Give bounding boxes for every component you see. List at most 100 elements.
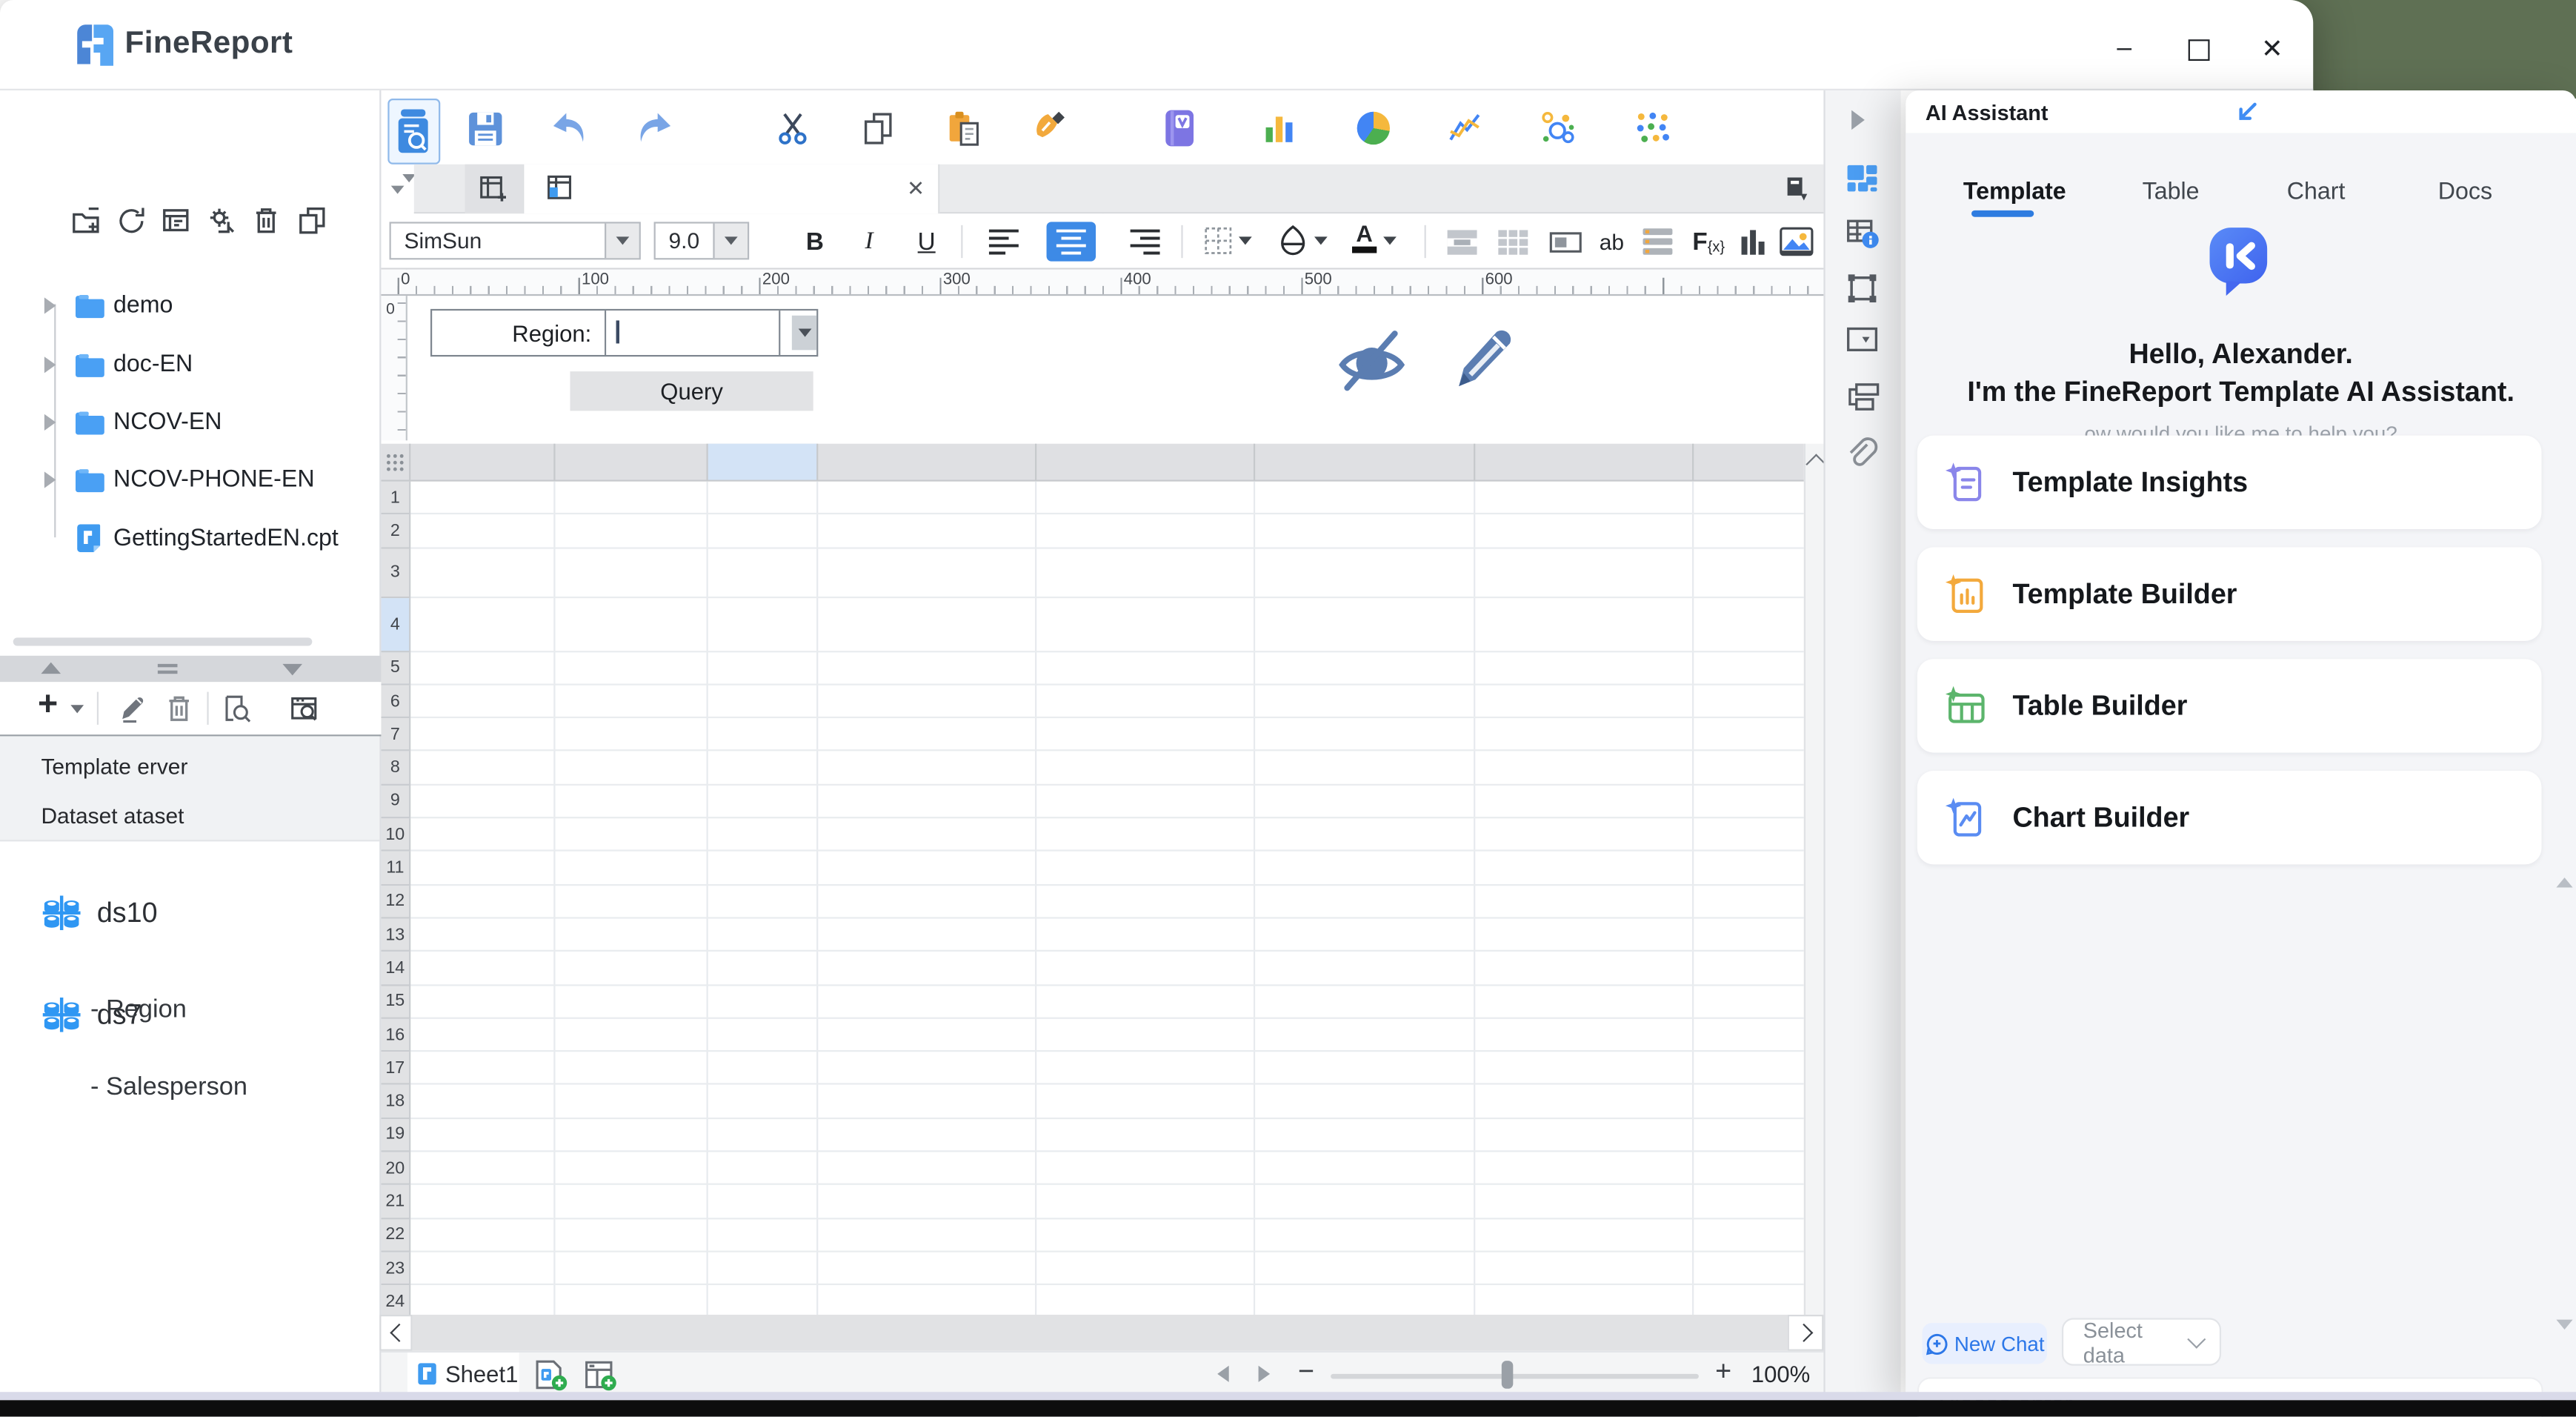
new-chat-button[interactable]: New Chat [1922,1323,2048,1364]
splitter-handle-icon[interactable] [157,663,178,668]
toolbar-overflow-caret-icon[interactable] [390,185,405,194]
preview-dataset-icon[interactable] [222,694,251,723]
copy-button[interactable] [858,108,897,147]
card-template-builder[interactable]: Template Builder [1917,547,2542,641]
sidebar-folder-ncov-en[interactable]: NCOV-EN [39,401,376,444]
close-tab-icon[interactable]: ✕ [907,176,925,202]
font-size-select[interactable]: 9.0 [653,222,750,260]
zoom-in-button[interactable]: + [1715,1355,1731,1388]
template-web-preview-button[interactable] [387,99,441,165]
column-header-strip[interactable] [410,443,1804,482]
row-header[interactable]: 12 [381,885,411,919]
bubble-chart-icon[interactable] [1538,108,1577,147]
underline-button[interactable]: U [905,222,948,261]
delete-dataset-icon[interactable] [164,694,194,723]
grid-row[interactable] [410,1186,1804,1219]
card-chart-builder[interactable]: Chart Builder [1917,771,2542,865]
grid-row[interactable] [410,651,1804,686]
sidebar-folder-ncov-phone-en[interactable]: NCOV-PHONE-EN [39,459,376,502]
add-dataset-button[interactable]: + [38,686,58,725]
zoom-slider-handle[interactable] [1501,1361,1514,1389]
row-header[interactable]: 18 [381,1085,411,1119]
align-right-icon[interactable] [1124,222,1167,261]
row-header[interactable]: 6 [381,685,411,719]
chevron-down-icon[interactable] [605,223,639,259]
panel-scroll-up-icon[interactable] [2556,877,2573,888]
frame-border-icon[interactable] [1846,273,1877,304]
row-header[interactable]: 11 [381,852,411,886]
insert-image-icon[interactable] [1774,222,1817,261]
row-header[interactable]: 16 [381,1018,411,1052]
grid-row[interactable] [410,515,1804,548]
grid-row[interactable] [410,919,1804,952]
region-dropdown-cell[interactable] [779,311,817,355]
grid-row[interactable] [410,1286,1803,1315]
chevron-right-icon[interactable] [44,356,56,374]
scatter-chart-icon[interactable] [1633,108,1672,147]
font-color-button[interactable]: A [1352,221,1397,253]
copy-template-icon[interactable] [297,205,327,235]
row-header[interactable]: 3 [381,548,411,598]
card-table-builder[interactable]: Table Builder [1917,659,2542,753]
row-header[interactable]: 5 [381,651,411,686]
grid-row[interactable] [410,1252,1804,1286]
maximize-button[interactable] [2178,30,2217,69]
search-dataset-icon[interactable] [289,694,319,723]
grid-row[interactable] [410,685,1804,719]
grid-row[interactable] [410,1219,1804,1252]
row-header[interactable]: 19 [381,1118,411,1152]
redo-button[interactable] [634,108,673,147]
tab-template[interactable]: Template [1963,179,2066,205]
condition-layers-icon[interactable] [1846,383,1880,414]
row-header[interactable]: 8 [381,751,411,786]
hyperlink-icon[interactable] [1846,436,1878,467]
grid-row[interactable] [410,1152,1804,1186]
grid-horizontal-scrollbar[interactable] [412,1315,1788,1351]
query-button[interactable]: Query [570,371,813,411]
row-header[interactable]: 9 [381,785,411,819]
validate-icon[interactable] [1160,108,1199,147]
tab-docs[interactable]: Docs [2438,179,2492,205]
scroll-right-button[interactable] [1787,1315,1824,1351]
sidebar-folder-demo[interactable]: demo [39,285,376,328]
merge-cells-icon[interactable] [1441,222,1484,261]
grid-row[interactable] [410,751,1804,786]
next-sheet-icon[interactable] [1258,1365,1271,1382]
delete-template-icon[interactable] [251,205,281,235]
row-header[interactable]: 2 [381,514,411,548]
add-form-sheet-icon[interactable] [583,1359,618,1392]
collapse-arrow-icon[interactable] [2234,100,2259,125]
undo-button[interactable] [550,108,590,147]
row-header[interactable]: 4 [381,597,411,652]
row-header[interactable]: 1 [381,481,411,515]
zoom-slider-track[interactable] [1331,1373,1699,1379]
tab-list-icon[interactable] [1784,176,1810,204]
grid-row[interactable] [410,718,1804,752]
bold-button[interactable]: B [793,222,836,261]
row-header[interactable]: 17 [381,1052,411,1086]
grid-row[interactable] [410,818,1804,852]
refresh-icon[interactable] [116,205,146,235]
grid-row[interactable] [410,548,1804,598]
panel-template-server[interactable]: Template erver [0,743,381,789]
minimize-button[interactable]: – [2105,30,2144,69]
grid-row[interactable] [410,482,1804,515]
row-header[interactable]: 20 [381,1152,411,1186]
sidebar-file-gettingstarted[interactable]: GettingStartedEN.cpt [39,518,376,561]
cut-button[interactable] [772,108,811,147]
grid-row[interactable] [410,986,1804,1019]
row-header[interactable]: 14 [381,952,411,986]
cell-widget-icon[interactable] [1544,222,1587,261]
zoom-out-button[interactable]: − [1298,1355,1314,1388]
sidebar-folder-doc-en[interactable]: doc-EN [39,343,376,386]
card-template-insights[interactable]: Template Insights [1917,435,2542,530]
grid-row[interactable] [410,1119,1804,1152]
dataset-field-salesperson[interactable]: - Salesperson [90,1073,247,1103]
panel-scroll-down-icon[interactable] [2556,1319,2573,1330]
rows-icon[interactable] [1637,222,1680,261]
bar-chart-icon[interactable] [1259,108,1298,147]
new-tab-button[interactable] [465,164,523,214]
pie-chart-icon[interactable] [1354,108,1393,147]
tab-chart[interactable]: Chart [2287,179,2346,205]
add-report-sheet-icon[interactable] [534,1359,569,1392]
